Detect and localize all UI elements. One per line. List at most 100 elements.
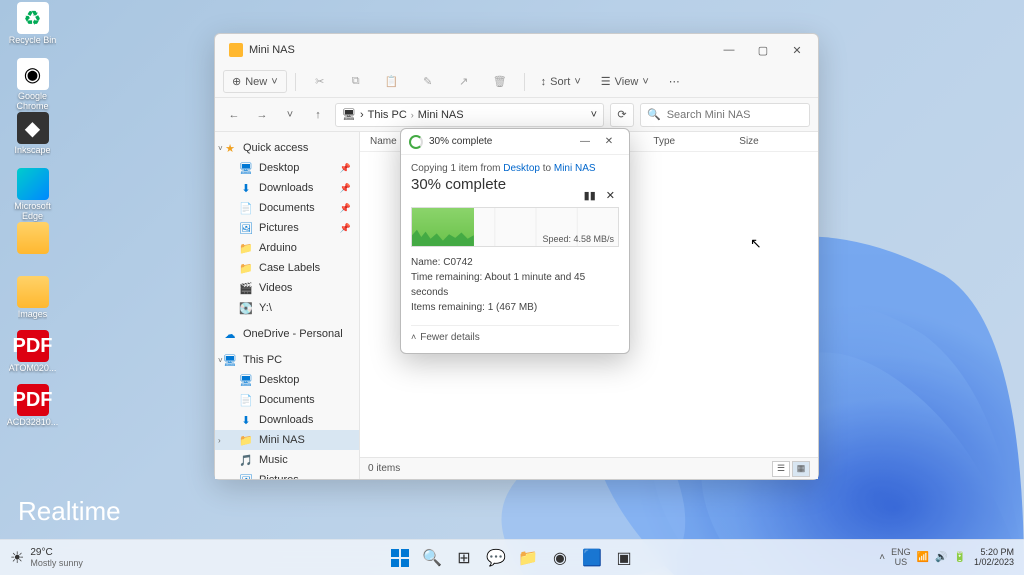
app-taskbar-icon[interactable]: 🟦 [578,544,606,572]
search-input[interactable] [667,109,809,121]
start-button[interactable] [386,544,414,572]
wifi-icon[interactable]: 📶 [917,552,929,563]
close-button[interactable]: ✕ [780,36,814,64]
task-view-button[interactable]: ⊞ [450,544,478,572]
chevron-up-icon[interactable]: ˄ [879,552,885,563]
sidebar-item[interactable]: 🎵Music [215,450,359,470]
view-icons-button[interactable]: ▦ [792,461,810,477]
recent-dropdown[interactable]: ˅ [279,104,301,126]
search-button[interactable]: 🔍 [418,544,446,572]
explorer-taskbar-icon[interactable]: 📁 [514,544,542,572]
folder-icon: 🖥 [239,161,253,175]
sidebar-item[interactable]: 📁Arduino [215,238,359,258]
desktop-icon[interactable]: PDFATOM020... [5,330,60,374]
pin-icon: 📌 [340,183,351,194]
search-icon: 🔍 [647,108,661,121]
desktop-icon[interactable]: ◆Inkscape [5,112,60,156]
sort-button[interactable]: ↕ Sort ˅ [533,72,589,92]
breadcrumb-root[interactable]: This PC› [368,109,414,121]
col-type[interactable]: Type [653,136,739,147]
sidebar-item[interactable]: 📄Documents [215,390,359,410]
sidebar-item[interactable]: 🖥Desktop📌 [215,158,359,178]
refresh-button[interactable]: ⟳ [610,103,634,127]
forward-button[interactable]: → [251,104,273,126]
sidebar-item[interactable]: ›📁Mini NAS [215,430,359,450]
folder-icon: 🖼 [239,473,253,479]
maximize-button[interactable]: ▢ [746,36,780,64]
paste-button[interactable]: 📋 [376,71,408,92]
sidebar-header[interactable]: ˅★Quick access [215,138,359,158]
titlebar[interactable]: Mini NAS — ▢ ✕ [215,34,818,66]
sidebar-header[interactable]: ☁OneDrive - Personal [215,324,359,344]
sidebar-item[interactable]: 📁Case Labels [215,258,359,278]
terminal-taskbar-icon[interactable]: ▣ [610,544,638,572]
battery-icon[interactable]: 🔋 [954,552,966,563]
sidebar-item[interactable]: 📄Documents📌 [215,198,359,218]
system-tray[interactable]: ˄ ENGUS 📶 🔊 🔋 [879,548,966,568]
weather-temp: 29°C [30,547,83,558]
sidebar-item[interactable]: 🖼Pictures📌 [215,218,359,238]
chrome-taskbar-icon[interactable]: ◉ [546,544,574,572]
dialog-close-button[interactable]: ✕ [597,136,621,147]
dialog-titlebar[interactable]: 30% complete — ✕ [401,129,629,155]
rename-button[interactable]: ✎ [412,71,444,92]
delete-button[interactable]: 🗑 [484,71,516,92]
icon-label: Microsoft Edge [5,202,60,222]
folder-icon: 🎵 [239,453,253,467]
copy-button[interactable]: ⧉ [340,71,372,92]
fewer-details-toggle[interactable]: ˄Fewer details [411,325,619,345]
progress-icon [409,135,423,149]
view-details-button[interactable]: ☰ [772,461,790,477]
app-icon [17,276,49,308]
desktop-icon[interactable]: PDFACD32810... [5,384,60,428]
address-bar[interactable]: 🖥› This PC› Mini NAS ˅ [335,103,604,127]
cut-button[interactable]: ✂ [304,71,336,92]
copy-to-link[interactable]: Mini NAS [554,163,596,174]
minimize-button[interactable]: — [712,36,746,64]
folder-icon: ☁ [223,327,237,341]
icon-label: ATOM020... [9,364,57,374]
chat-button[interactable]: 💬 [482,544,510,572]
sidebar-item[interactable]: 🖼Pictures [215,470,359,479]
language-indicator[interactable]: ENGUS [891,548,911,568]
copy-from-link[interactable]: Desktop [503,163,540,174]
up-button[interactable]: ↑ [307,104,329,126]
chevron-down-icon: ˅ [218,356,223,365]
sidebar-item[interactable]: 💽Y:\ [215,298,359,318]
clock[interactable]: 5:20 PM1/02/2023 [974,548,1014,568]
sidebar-header[interactable]: ˅🖥This PC [215,350,359,370]
sidebar-item[interactable]: ⬇Downloads [215,410,359,430]
desktop-icon[interactable]: Images [5,276,60,320]
sidebar-item[interactable]: ⬇Downloads📌 [215,178,359,198]
desktop-icon[interactable]: ◉Google Chrome [5,58,60,112]
desktop-icon[interactable]: ♻Recycle Bin [5,2,60,46]
cancel-button[interactable]: ✕ [606,189,615,202]
app-icon: PDF [17,384,49,416]
desktop-icon[interactable]: Microsoft Edge [5,168,60,222]
volume-icon[interactable]: 🔊 [935,552,947,563]
folder-icon: 📄 [239,201,253,215]
sidebar-item[interactable]: 🖥Desktop [215,370,359,390]
dialog-minimize-button[interactable]: — [573,136,597,147]
app-icon [17,168,49,200]
window-title: Mini NAS [249,44,295,56]
icon-label: Inkscape [14,146,50,156]
share-button[interactable]: ↗ [448,71,480,92]
new-button[interactable]: ⊕ New ˅ [223,70,287,93]
more-button[interactable]: ⋯ [661,71,688,92]
address-dropdown-icon[interactable]: ˅ [591,109,597,121]
col-size[interactable]: Size [739,136,808,147]
folder-icon: ⬇ [239,413,253,427]
breadcrumb-folder[interactable]: Mini NAS [418,109,464,121]
view-button[interactable]: ☰ View ˅ [593,71,657,92]
pin-icon: 📌 [340,203,351,214]
pause-button[interactable]: ▮▮ [584,189,596,202]
desktop-icon[interactable] [5,222,60,256]
status-bar: 0 items ☰ ▦ [360,457,818,479]
window-tab[interactable]: Mini NAS [219,39,305,61]
weather-widget[interactable]: ☀ 29°C Mostly sunny [0,547,93,568]
back-button[interactable]: ← [223,104,245,126]
folder-icon: 🖥 [239,373,253,387]
search-box[interactable]: 🔍 [640,103,810,127]
sidebar-item[interactable]: 🎬Videos [215,278,359,298]
